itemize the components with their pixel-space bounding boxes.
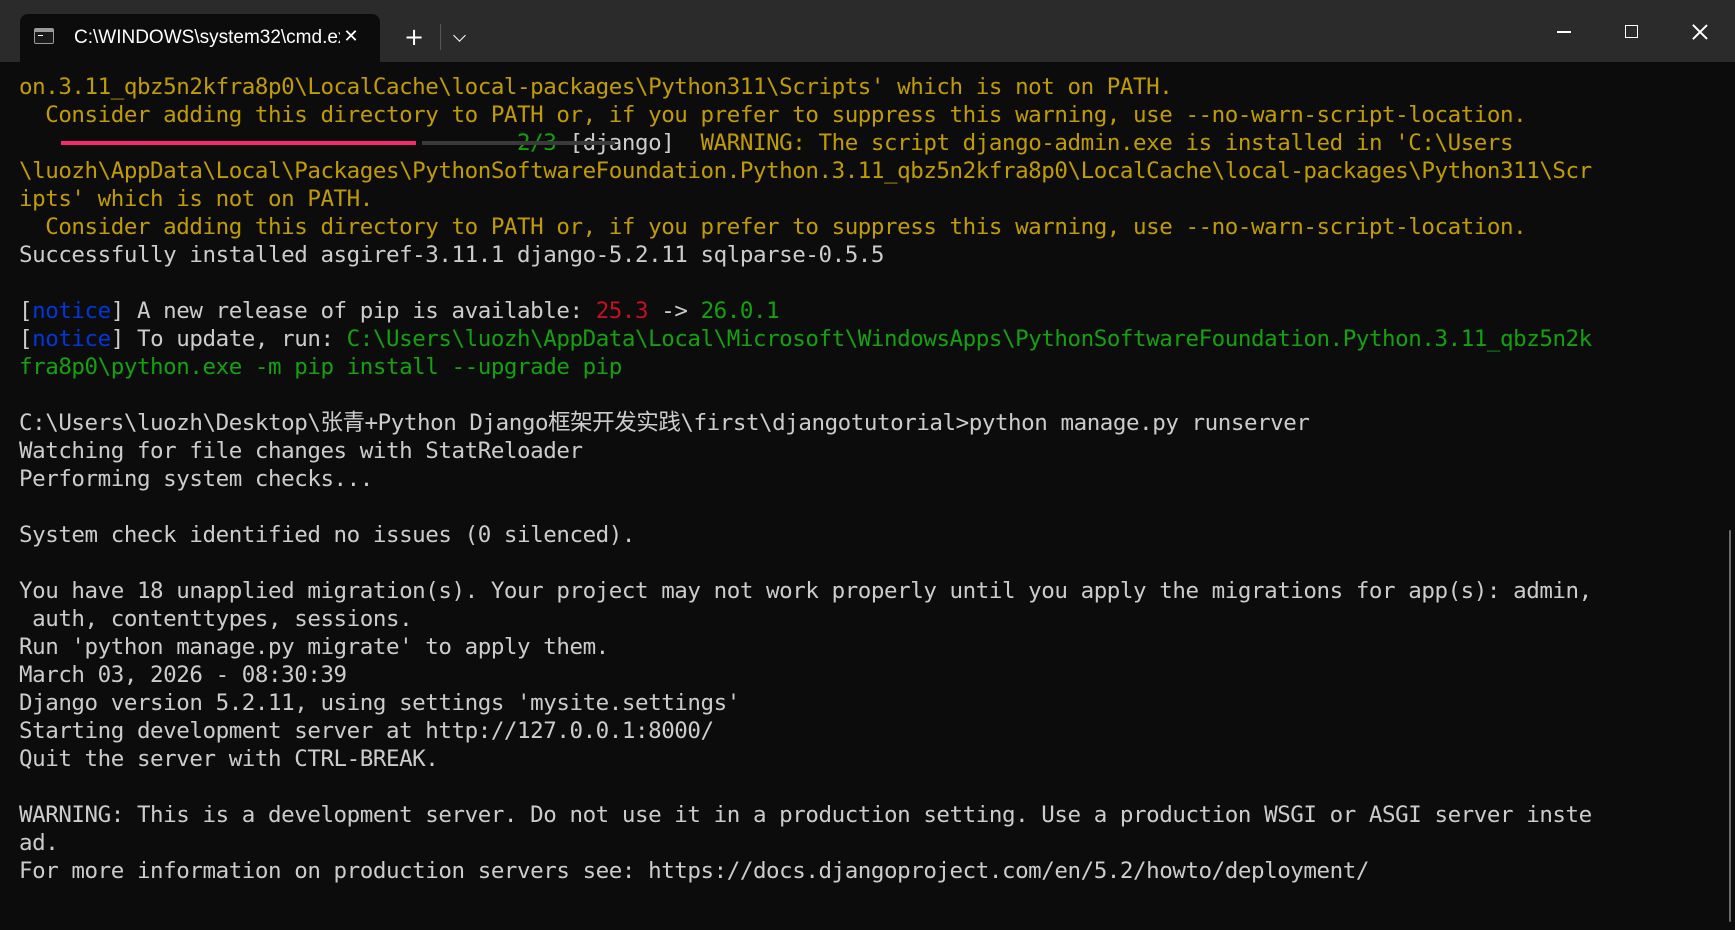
terminal-segment: Performing system checks... xyxy=(19,466,373,492)
title-bar[interactable]: C:\WINDOWS\system32\cmd.exe ✕ + xyxy=(0,0,1735,62)
terminal-segment: fra8p0\python.exe -m pip install --upgra… xyxy=(19,354,622,380)
terminal-segment: Successfully installed asgiref-3.11.1 dj… xyxy=(19,242,885,268)
tab-divider xyxy=(440,24,441,50)
terminal-segment: Consider adding this directory to PATH o… xyxy=(19,102,1527,128)
maximize-button[interactable] xyxy=(1598,0,1666,62)
terminal-segment: 25.3 xyxy=(595,298,649,324)
close-icon[interactable]: ✕ xyxy=(338,24,364,50)
minimize-button[interactable] xyxy=(1530,0,1598,62)
terminal-segment: You have 18 unapplied migration(s). Your… xyxy=(19,578,1592,604)
terminal-segment: Starting development server at http://12… xyxy=(19,718,714,744)
terminal-segment: Run 'python manage.py migrate' to apply … xyxy=(19,634,609,660)
terminal-segment: March 03, 2026 - 08:30:39 xyxy=(19,662,347,688)
terminal-segment: 26.0.1 xyxy=(700,298,780,324)
terminal-segment: ipts' which is not on PATH. xyxy=(19,186,373,212)
progress-bar-fill xyxy=(61,141,416,145)
terminal-segment: -> xyxy=(648,298,701,324)
terminal-segment: For more information on production serve… xyxy=(19,858,1369,884)
terminal-segment: WARNING: The script django-admin.exe is … xyxy=(700,130,1514,156)
terminal-window: C:\WINDOWS\system32\cmd.exe ✕ + on.3.11_… xyxy=(0,0,1735,930)
terminal-segment: \luozh\AppData\Local\Packages\PythonSoft… xyxy=(19,158,1592,184)
terminal-segment: WARNING: This is a development server. D… xyxy=(19,802,1592,828)
terminal-segment: ad. xyxy=(19,830,59,856)
tab-cmd[interactable]: C:\WINDOWS\system32\cmd.exe ✕ xyxy=(20,14,380,62)
terminal-segment: on.3.11_qbz5n2kfra8p0\LocalCache\local-p… xyxy=(19,74,1173,100)
terminal-segment: [ xyxy=(19,298,33,324)
maximize-icon xyxy=(1625,25,1638,38)
terminal-segment: C:\Users\luozh\Desktop\张青+Python Django框… xyxy=(19,410,1310,436)
terminal-segment: Consider adding this directory to PATH o… xyxy=(19,214,1527,240)
terminal-segment: C:\Users\luozh\AppData\Local\Microsoft\W… xyxy=(346,326,1593,352)
terminal-segment: notice xyxy=(32,326,111,352)
terminal-segment: [ xyxy=(19,326,33,352)
terminal-segment: auth, contenttypes, sessions. xyxy=(19,606,413,632)
scrollbar[interactable] xyxy=(1729,530,1731,922)
terminal-segment: notice xyxy=(32,298,111,324)
terminal-text: on.3.11_qbz5n2kfra8p0\LocalCache\local-p… xyxy=(19,73,1592,885)
plus-icon[interactable]: + xyxy=(396,20,432,54)
terminal-output[interactable]: on.3.11_qbz5n2kfra8p0\LocalCache\local-p… xyxy=(0,62,1735,930)
terminal-segment: Watching for file changes with StatReloa… xyxy=(19,438,583,464)
terminal-icon xyxy=(34,28,54,44)
terminal-segment: Django version 5.2.11, using settings 'm… xyxy=(19,690,740,716)
terminal-segment: ] A new release of pip is available: xyxy=(110,298,596,324)
tab-title: C:\WINDOWS\system32\cmd.exe xyxy=(74,27,340,48)
minimize-icon xyxy=(1557,31,1571,33)
terminal-segment: System check identified no issues (0 sil… xyxy=(19,522,635,548)
progress-bar-track xyxy=(422,141,615,145)
terminal-segment: Quit the server with CTRL-BREAK. xyxy=(19,746,439,772)
chevron-down-icon[interactable] xyxy=(446,20,474,54)
terminal-segment: ] To update, run: xyxy=(110,326,347,352)
progress-bar xyxy=(61,141,621,145)
close-window-button[interactable] xyxy=(1666,0,1734,62)
